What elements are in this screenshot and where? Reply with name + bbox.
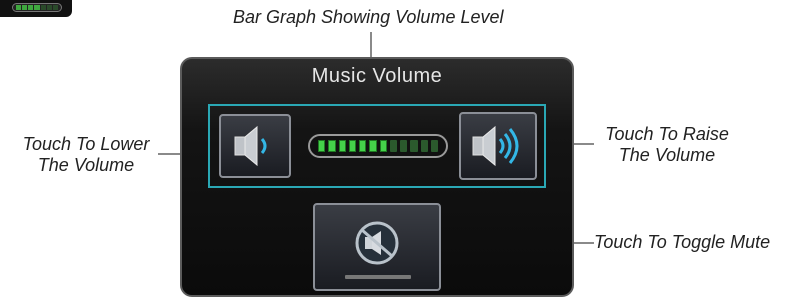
callout-bar-graph: Bar Graph Showing Volume Level [233, 7, 504, 27]
volume-segment [318, 140, 326, 152]
volume-control-frame [208, 104, 546, 188]
callout-raise-volume: Touch To Raise The Volume [592, 124, 742, 166]
callout-lower-line2: The Volume [37, 155, 135, 175]
volume-segment [379, 140, 387, 152]
volume-segment [430, 140, 438, 152]
dialog-title: Music Volume [311, 65, 443, 87]
volume-level-bar [308, 134, 448, 158]
callout-raise-line1: Touch To Raise [605, 124, 729, 144]
volume-segment [400, 140, 408, 152]
volume-segment [420, 140, 428, 152]
mini-volume-indicator [0, 0, 72, 17]
callout-raise-line2: The Volume [618, 145, 716, 165]
callout-lower-line1: Touch To Lower [22, 134, 150, 154]
callout-toggle-mute: Touch To Toggle Mute [594, 232, 771, 252]
volume-segment [410, 140, 418, 152]
mute-status-bar [345, 275, 411, 279]
lower-volume-button[interactable] [219, 114, 291, 178]
music-volume-dialog: Music Volume [180, 57, 574, 297]
mute-toggle-button[interactable] [313, 203, 441, 291]
volume-segment [369, 140, 377, 152]
callout-lower-volume: Touch To Lower The Volume [6, 134, 166, 176]
raise-volume-button[interactable] [459, 112, 537, 180]
speaker-high-icon [472, 125, 519, 167]
speaker-low-icon [234, 125, 267, 167]
volume-segment [359, 140, 367, 152]
volume-segment [348, 140, 356, 152]
mini-volume-track [12, 3, 62, 12]
volume-segment [328, 140, 336, 152]
volume-segment [389, 140, 397, 152]
volume-segment [338, 140, 346, 152]
